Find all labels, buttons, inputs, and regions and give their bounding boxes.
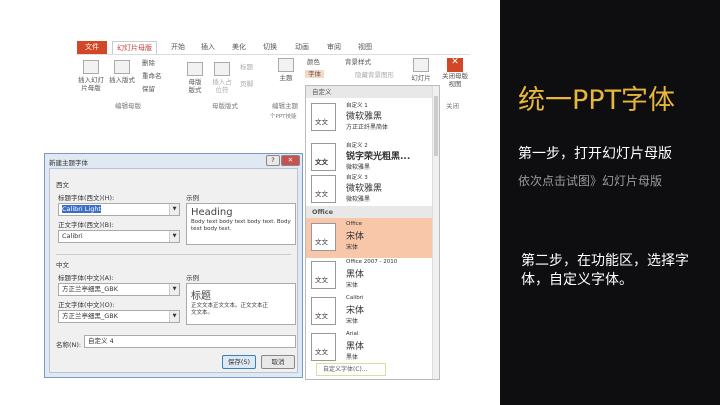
cn-heading-select[interactable]: 方正兰亭细黑_GBK▼ <box>58 283 180 296</box>
cn-sample-preview: 标题 正文文本正文文本。正文文本正文文本。 <box>186 283 296 325</box>
tab-home[interactable]: 开始 <box>167 41 189 54</box>
cn-sample-body: 正文文本正文文本。正文文本正文文本。 <box>191 303 271 317</box>
fonts-dropdown-menu: 自定义 文文自定义 1微软雅黑方正正纤黑简体 文文自定义 2锐字荣光粗黑...微… <box>305 85 440 380</box>
theme-icon <box>278 58 294 72</box>
cn-sample-label: 示例 <box>186 272 199 282</box>
body-font-select[interactable]: Calibri▼ <box>58 230 180 243</box>
custom-section-header: 自定义 <box>306 86 434 98</box>
sample-heading: Heading <box>191 207 291 218</box>
cn-heading-label: 标题字体(中文)(A): <box>58 272 114 282</box>
delete-button[interactable]: 删除 <box>142 59 155 67</box>
close-button[interactable]: ✕ <box>281 155 300 166</box>
step1-text: 第一步，打开幻灯片母版 <box>518 143 672 163</box>
background-styles-button[interactable]: 背景样式 <box>345 58 371 66</box>
hide-background-checkbox[interactable]: 隐藏背景图形 <box>355 71 394 79</box>
divider <box>56 254 291 255</box>
insert-master-button[interactable]: 插入幻灯片母版 <box>78 60 104 92</box>
preserve-button[interactable]: 保留 <box>142 85 155 93</box>
group-edit-theme: 编辑主题 <box>272 100 298 110</box>
tab-slide-master[interactable]: 幻灯片母版 <box>112 41 157 54</box>
office-section-header: Office <box>306 206 434 218</box>
dark-panel <box>500 0 720 405</box>
chevron-down-icon: ▼ <box>169 231 179 242</box>
font-thumb: 文文 <box>311 333 336 361</box>
tab-transitions[interactable]: 切换 <box>259 41 281 54</box>
font-thumb: 文文 <box>311 175 336 203</box>
help-button[interactable]: ? <box>266 155 280 166</box>
layout-icon <box>187 62 203 76</box>
title-checkbox[interactable]: 标题 <box>240 63 253 71</box>
cancel-button[interactable]: 取消 <box>261 355 295 369</box>
tab-view[interactable]: 视图 <box>354 41 376 54</box>
close-master-view-button[interactable]: ✕关闭母版视图 <box>442 58 468 88</box>
tab-beautify[interactable]: 美化 <box>228 41 250 54</box>
layout-icon <box>114 60 130 74</box>
sample-body: Body text body text body text. Body text… <box>191 219 291 233</box>
chevron-down-icon: ▼ <box>169 284 179 295</box>
font-thumb: 文文 <box>311 223 336 251</box>
save-button[interactable]: 保存(S) <box>222 355 256 369</box>
font-thumb: 文文 <box>311 143 336 171</box>
heading-font-select[interactable]: Calibri Light▼ <box>58 203 180 216</box>
body-font-label: 正文字体(西文)(B): <box>58 219 114 229</box>
customize-fonts-button[interactable]: 自定义字体(C)... <box>316 363 386 376</box>
chinese-section-label: 中文 <box>56 259 69 269</box>
colors-button[interactable]: 颜色 <box>307 58 320 66</box>
font-item-office[interactable]: 文文Office宋体宋体 <box>306 218 434 258</box>
insert-layout-button[interactable]: 插入版式 <box>108 60 136 84</box>
menu-scrollbar[interactable] <box>432 86 439 379</box>
name-input[interactable]: 自定义 4 <box>84 335 296 348</box>
font-thumb: 文文 <box>311 297 336 325</box>
cn-body-label: 正文字体(中文)(O): <box>58 299 114 309</box>
fonts-button[interactable]: 字体 <box>305 70 324 78</box>
new-theme-fonts-dialog: 新建主题字体 ? ✕ 西文 标题字体(西文)(H): Calibri Light… <box>44 153 303 378</box>
font-item-office-2007[interactable]: 文文Office 2007 - 2010黑体宋体 <box>306 256 434 296</box>
sample-label: 示例 <box>186 192 199 202</box>
western-section-label: 西文 <box>56 179 69 189</box>
rename-button[interactable]: 重命名 <box>142 72 162 80</box>
group-master-layout: 母版版式 <box>212 100 238 110</box>
tab-insert[interactable]: 插入 <box>197 41 219 54</box>
font-thumb: 文文 <box>311 261 336 289</box>
slide-icon <box>83 60 99 74</box>
ppt-tips-label: 个PPT技能 <box>270 112 297 120</box>
font-item-calibri[interactable]: 文文Calibri宋体宋体 <box>306 292 434 332</box>
footer-checkbox[interactable]: 页脚 <box>240 80 253 88</box>
slide-size-button[interactable]: 幻灯片 <box>410 58 432 82</box>
font-item-arial[interactable]: 文文Arial黑体黑体 <box>306 328 434 368</box>
tab-animations[interactable]: 动画 <box>291 41 313 54</box>
font-item-custom-1[interactable]: 文文自定义 1微软雅黑方正正纤黑简体 <box>306 98 434 138</box>
western-sample-preview: Heading Body text body text body text. B… <box>186 203 296 245</box>
theme-button[interactable]: 主题 <box>276 58 296 82</box>
cn-body-select[interactable]: 方正兰亭细黑_GBK▼ <box>58 310 180 323</box>
step2-text: 第二步，在功能区，选择字体，自定义字体。 <box>521 252 701 290</box>
dialog-title: 新建主题字体 <box>49 157 88 167</box>
cn-sample-heading: 标题 <box>191 287 291 302</box>
tab-review[interactable]: 审阅 <box>323 41 345 54</box>
step1-detail: 依次点击试图》幻灯片母版 <box>518 172 662 189</box>
chevron-down-icon: ▼ <box>169 204 179 215</box>
slide-size-icon <box>413 58 429 72</box>
group-close: 关闭 <box>446 100 459 110</box>
font-item-custom-3[interactable]: 文文自定义 3微软雅黑微软雅黑 <box>306 170 434 210</box>
slide-title: 统一PPT字体 <box>518 78 675 117</box>
chevron-down-icon: ▼ <box>169 311 179 322</box>
heading-font-label: 标题字体(西文)(H): <box>58 192 114 202</box>
tab-file[interactable]: 文件 <box>77 41 107 54</box>
font-thumb: 文文 <box>311 103 336 131</box>
group-edit-master: 编辑母版 <box>115 100 141 110</box>
name-label: 名称(N): <box>56 339 81 349</box>
master-layout-button[interactable]: 母版版式 <box>186 62 204 94</box>
placeholder-icon <box>214 62 230 76</box>
scrollbar-thumb[interactable] <box>434 96 438 156</box>
insert-placeholder-button[interactable]: 插入占位符 <box>210 62 234 94</box>
close-icon: ✕ <box>447 58 463 72</box>
